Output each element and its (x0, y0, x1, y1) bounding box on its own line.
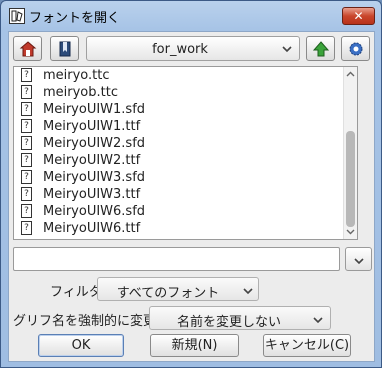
cancel-button[interactable]: キャンセル(C) (263, 334, 351, 357)
dialog-body: for_work ? meiryo.ttc? meiryob.ttc? MeiryoU… (8, 31, 375, 362)
gear-icon (349, 42, 363, 56)
rename-glyphs-label: グリフ名を強制的に変更: (13, 314, 161, 329)
file-row[interactable]: ? MeiryoUIW6.ttf (14, 220, 344, 237)
file-row[interactable]: ? MeiryoUIW3.ttf (14, 186, 344, 203)
chevron-down-icon (354, 258, 364, 265)
file-name: MeiryoUIW6.ttf (43, 221, 141, 236)
file-row[interactable]: ? MeiryoUIW2.sfd (14, 135, 344, 152)
bookmarks-button[interactable] (50, 36, 79, 61)
file-row[interactable]: ? MeiryoUIW2.ttf (14, 152, 344, 169)
file-row[interactable]: ? meiryo.ttc (14, 67, 344, 84)
unknown-file-icon: ? (21, 153, 32, 167)
file-list[interactable]: ? meiryo.ttc? meiryob.ttc? MeiryoUIW1.sfd? M… (13, 66, 358, 240)
rename-glyphs-value: 名前を変更しない (176, 315, 281, 330)
home-button[interactable] (13, 36, 42, 61)
file-rows: ? meiryo.ttc? meiryob.ttc? MeiryoUIW1.sfd? M… (14, 67, 344, 237)
parent-directory-button[interactable] (306, 36, 335, 61)
unknown-file-icon: ? (21, 85, 32, 99)
unknown-file-icon: ? (21, 136, 32, 150)
file-row[interactable]: ? MeiryoUIW6.sfd (14, 203, 344, 220)
up-arrow-icon (312, 41, 330, 57)
file-row[interactable]: ? MeiryoUIW1.sfd (14, 101, 344, 118)
file-row[interactable]: ? MeiryoUIW3.sfd (14, 169, 344, 186)
open-font-dialog: フォントを開く ✕ for_work ? meiryo.ttc ? meiryo… (0, 0, 382, 368)
home-icon (19, 41, 37, 57)
filter-select[interactable]: すべてのフォント (97, 277, 259, 301)
directory-combo[interactable]: for_work (86, 36, 300, 61)
scrollbar-thumb[interactable] (346, 131, 355, 227)
new-button[interactable]: 新規(N) (150, 334, 239, 357)
app-icon (9, 8, 25, 24)
unknown-file-icon: ? (21, 221, 32, 235)
settings-button[interactable] (341, 36, 370, 61)
unknown-file-icon: ? (21, 170, 32, 184)
filename-input[interactable] (13, 247, 340, 271)
file-name: meiryob.ttc (43, 85, 118, 100)
filename-history-button[interactable] (345, 247, 372, 271)
ok-button[interactable]: OK (38, 334, 124, 357)
file-name: MeiryoUIW2.sfd (43, 136, 146, 151)
file-name: meiryo.ttc (43, 68, 110, 83)
file-row[interactable]: ? MeiryoUIW1.ttf (14, 118, 344, 135)
file-list-scrollbar[interactable] (343, 67, 357, 239)
file-name: MeiryoUIW2.ttf (43, 153, 141, 168)
title-bar[interactable]: フォントを開く ✕ (1, 1, 381, 31)
unknown-file-icon: ? (21, 119, 32, 133)
file-name: MeiryoUIW1.sfd (43, 102, 146, 117)
chevron-down-icon (282, 46, 292, 53)
window-title: フォントを開く (29, 11, 121, 26)
unknown-file-icon: ? (21, 68, 32, 82)
chevron-down-icon (243, 288, 253, 295)
close-button[interactable]: ✕ (342, 7, 375, 25)
file-name: MeiryoUIW3.sfd (43, 170, 146, 185)
file-name: MeiryoUIW3.ttf (43, 187, 141, 202)
directory-value: for_work (152, 42, 208, 57)
unknown-file-icon: ? (21, 102, 32, 116)
file-name: MeiryoUIW6.sfd (43, 204, 146, 219)
unknown-file-icon: ? (21, 187, 32, 201)
scroll-up-icon[interactable] (346, 70, 355, 79)
rename-glyphs-select[interactable]: 名前を変更しない (149, 306, 331, 330)
scroll-down-icon[interactable] (346, 227, 355, 236)
file-row[interactable]: ? meiryob.ttc (14, 84, 344, 101)
filter-value: すべてのフォント (116, 286, 220, 301)
file-name: MeiryoUIW1.ttf (43, 119, 141, 134)
chevron-down-icon (313, 317, 323, 324)
unknown-file-icon: ? (21, 204, 32, 218)
bookmark-icon (59, 41, 71, 57)
